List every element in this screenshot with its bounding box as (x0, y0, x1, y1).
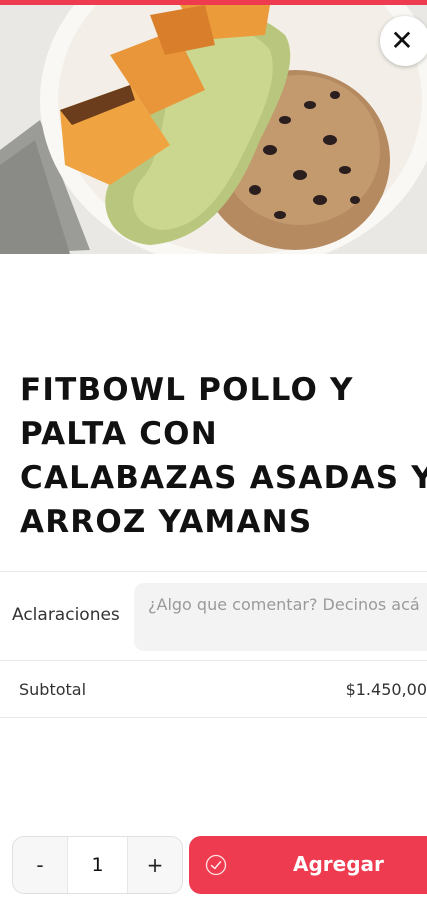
product-image (0, 0, 427, 254)
check-circle-icon (205, 854, 227, 876)
subtotal-value: $1.450,00 (345, 680, 427, 699)
divider (0, 717, 427, 718)
divider (0, 660, 427, 661)
divider (0, 571, 427, 572)
add-button-label: Agregar (293, 852, 384, 876)
notes-input[interactable] (134, 583, 427, 651)
subtotal-label: Subtotal (19, 680, 87, 699)
increment-button[interactable]: + (128, 837, 182, 893)
top-accent-bar (0, 0, 427, 5)
add-to-cart-button[interactable]: Agregar (189, 836, 427, 894)
product-title: FITBOWL POLLO Y PALTA CON CALABAZAS ASAD… (20, 372, 427, 540)
quantity-value: 1 (67, 837, 128, 893)
close-icon: ✕ (390, 24, 414, 57)
notes-label: Aclaraciones (12, 605, 120, 625)
quantity-stepper: - 1 + (12, 836, 183, 894)
close-button[interactable]: ✕ (380, 16, 427, 66)
decrement-button[interactable]: - (13, 837, 67, 893)
